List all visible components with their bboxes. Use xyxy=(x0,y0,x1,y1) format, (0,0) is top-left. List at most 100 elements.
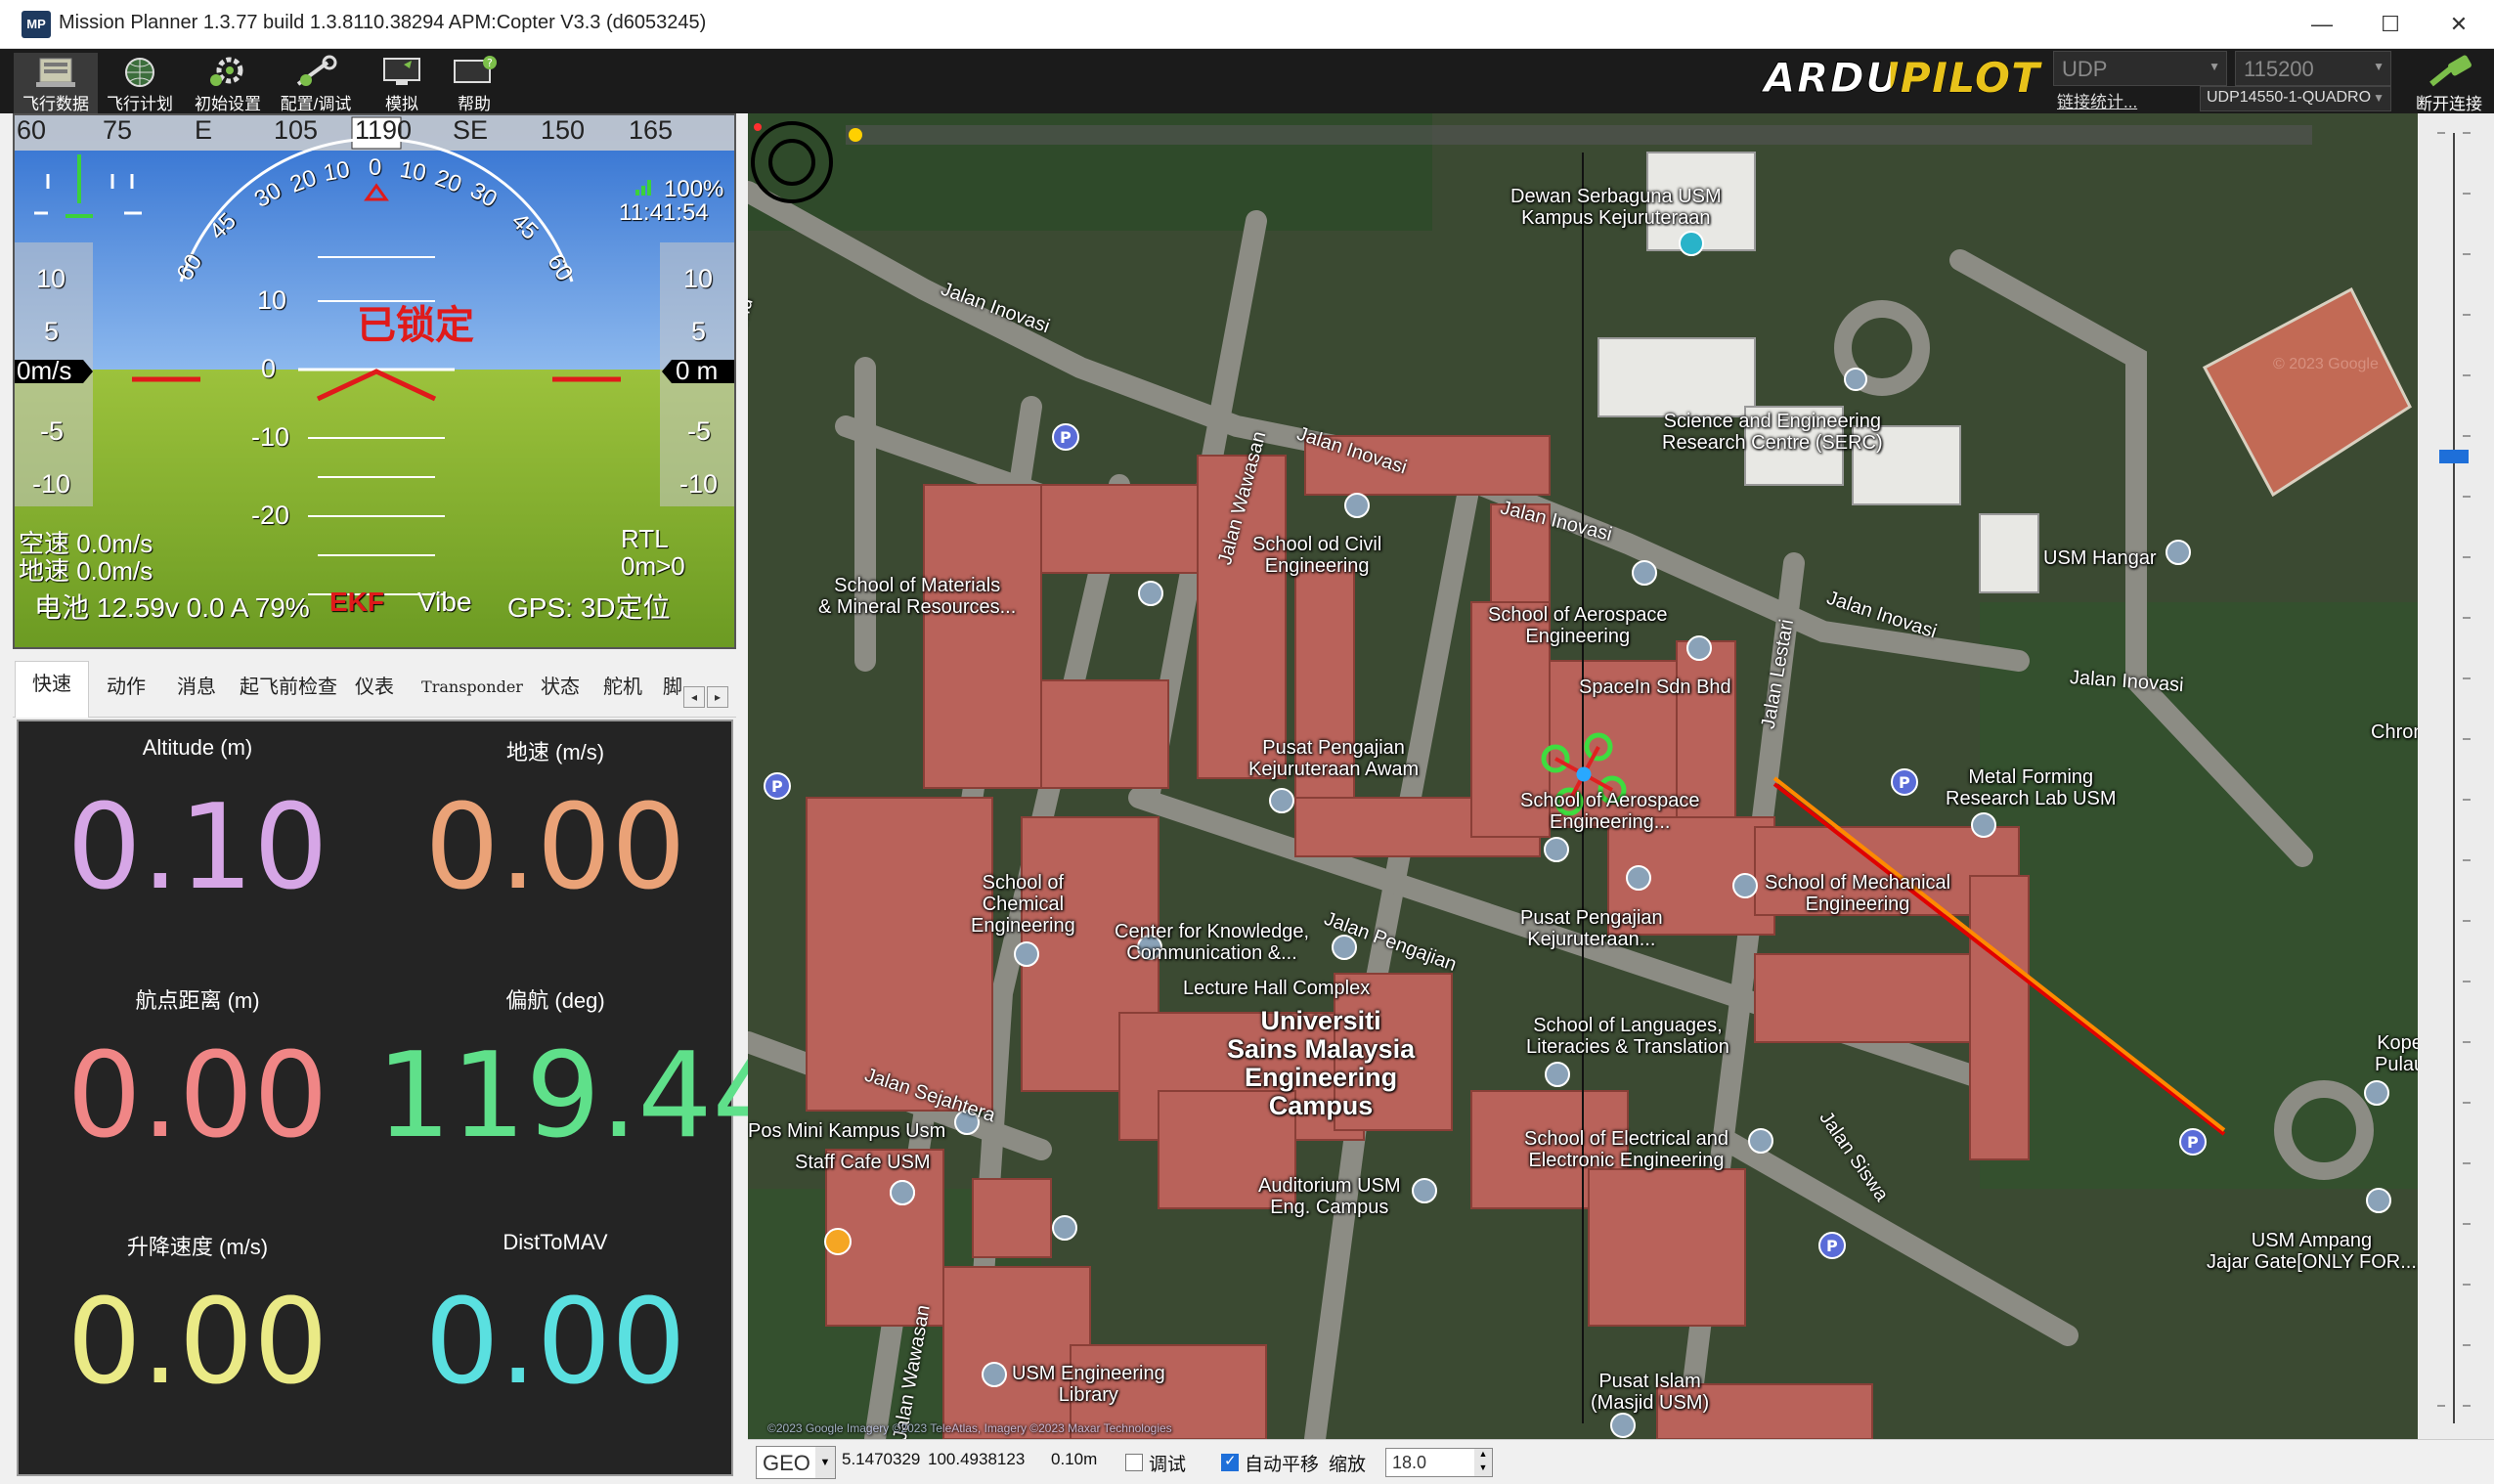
stepper-up-icon[interactable]: ▲ xyxy=(1474,1449,1492,1462)
data-tabs: 快速 动作 消息 起飞前检查 仪表 Transponder 状态 舵机 脚 ◂ … xyxy=(13,651,736,718)
tab-scroll-right-icon[interactable]: ▸ xyxy=(707,686,728,708)
heading-tick: 105 xyxy=(274,115,319,145)
pitch-label: -10 xyxy=(251,422,290,452)
coord-system-value: GEO xyxy=(763,1451,810,1475)
ekf-indicator[interactable]: EKF xyxy=(329,587,384,618)
zoom-label: 缩放 xyxy=(1329,1455,1367,1475)
quick-dist-to-mav[interactable]: DistToMAV 0.00 xyxy=(376,1216,734,1462)
initial-setup-button[interactable]: 初始设置 xyxy=(186,53,270,113)
zoom-slider[interactable] xyxy=(2418,113,2494,1439)
flight-data-label: 飞行数据 xyxy=(22,95,89,113)
roll-label: 0 xyxy=(369,154,382,181)
tab-messages[interactable]: 消息 xyxy=(161,665,232,710)
help-button[interactable]: ? 帮助 xyxy=(432,53,516,113)
map-label: Lecture Hall Complex xyxy=(1183,978,1371,999)
roll-label: 10 xyxy=(321,155,352,188)
title-bar: MP Mission Planner 1.3.77 build 1.3.8110… xyxy=(0,0,2494,49)
config-tuning-label: 配置/调试 xyxy=(280,95,352,113)
quick-wp-distance[interactable]: 航点距离 (m) 0.00 xyxy=(19,970,376,1216)
map-label: School of Chemical Engineering xyxy=(971,872,1075,937)
map-label: School of Materials & Mineral Resources..… xyxy=(818,575,1017,618)
map-view[interactable]: P P P P P Dewan Serbaguna USM Kampus Keju… xyxy=(748,113,2418,1439)
heading-tick: 165 xyxy=(629,115,674,145)
tab-gauges[interactable]: 仪表 xyxy=(345,665,404,710)
chevron-down-icon: ▼ xyxy=(2373,60,2385,73)
mission-planner-window: MP Mission Planner 1.3.77 build 1.3.8110… xyxy=(0,0,2494,1484)
quick-value: 0.00 xyxy=(66,1028,328,1164)
stepper-down-icon[interactable]: ▼ xyxy=(1474,1462,1492,1476)
svg-text:?: ? xyxy=(487,57,493,69)
pitch-label: 10 xyxy=(257,285,287,315)
initial-setup-icon xyxy=(210,57,243,86)
quick-value: 0.00 xyxy=(424,1275,686,1411)
minimize-button[interactable]: — xyxy=(2288,0,2356,49)
quick-altitude[interactable]: Altitude (m) 0.10 xyxy=(19,721,376,968)
flight-plan-icon xyxy=(125,58,154,87)
tab-status[interactable]: 状态 xyxy=(531,665,590,710)
tab-preflight[interactable]: 起飞前检查 xyxy=(232,665,345,710)
zoom-stepper[interactable]: 18.0 ▲ ▼ xyxy=(1385,1448,1493,1477)
map-label: Auditorium USM Eng. Campus xyxy=(1258,1175,1401,1218)
close-button[interactable]: ✕ xyxy=(2425,0,2493,49)
debug-checkbox[interactable] xyxy=(1125,1454,1143,1471)
map-label: Dewan Serbaguna USM Kampus Kejuruteraan xyxy=(1510,186,1722,229)
heading-tick: SE xyxy=(453,115,489,145)
vibe-indicator[interactable]: Vibe xyxy=(417,587,472,618)
vehicle-id-value: UDP14550-1-QUADRO xyxy=(2207,89,2372,106)
map-label: School of Aerospace Engineering... xyxy=(1520,790,1700,833)
longitude-readout: 100.4938123 xyxy=(928,1450,1026,1468)
quick-value: 0.00 xyxy=(424,780,686,916)
map-attribution: ©2023 Google Imagery ©2023 TeleAtlas, Im… xyxy=(767,1421,1172,1435)
map-label: USM Ampang Jajar Gate[ONLY FOR... xyxy=(2207,1230,2417,1273)
hud-clock: 11:41:54 xyxy=(619,199,709,226)
map-watermark: © 2023 Google xyxy=(2273,356,2379,372)
flight-data-button[interactable]: 飞行数据 xyxy=(14,53,98,113)
chevron-down-icon: ▼ xyxy=(2373,91,2385,105)
svg-text:P: P xyxy=(1060,428,1072,447)
connection-type-select[interactable]: UDP ▼ xyxy=(2053,51,2227,86)
maximize-button[interactable]: ☐ xyxy=(2356,0,2425,49)
altitude-readout: 0 m xyxy=(676,356,719,385)
map-label: Metal Forming Research Lab USM xyxy=(1946,766,2117,809)
quick-climb-rate[interactable]: 升降速度 (m/s) 0.00 xyxy=(19,1216,376,1462)
coord-system-select[interactable]: GEO ▼ xyxy=(756,1446,836,1479)
tab-actions[interactable]: 动作 xyxy=(91,665,161,710)
config-tuning-icon xyxy=(296,55,337,86)
baud-rate-value: 115200 xyxy=(2244,57,2314,81)
tab-servo[interactable]: 舵机 xyxy=(591,665,654,710)
flight-plan-button[interactable]: 飞行计划 xyxy=(98,53,182,113)
help-icon: ? xyxy=(454,56,497,83)
tab-scroll-left-icon[interactable]: ◂ xyxy=(683,686,705,708)
heading-tick: 150 xyxy=(541,115,586,145)
speed-tape-label: 10 xyxy=(36,264,66,293)
tab-transponder[interactable]: Transponder xyxy=(404,665,541,710)
baud-rate-select[interactable]: 115200 ▼ xyxy=(2235,51,2391,86)
quick-value: 119.44 xyxy=(376,1028,787,1164)
chevron-down-icon: ▼ xyxy=(2209,60,2220,73)
plug-icon xyxy=(2429,55,2472,87)
disconnect-button[interactable]: 断开连接 xyxy=(2405,53,2493,113)
config-tuning-button[interactable]: 配置/调试 xyxy=(274,53,358,113)
tab-quick[interactable]: 快速 xyxy=(15,661,89,718)
quick-label: Altitude (m) xyxy=(142,735,253,760)
altitude-tape-label: 5 xyxy=(691,317,707,346)
quick-label: DistToMAV xyxy=(503,1230,608,1254)
gps-status: GPS: 3D定位 xyxy=(507,592,671,623)
quick-yaw[interactable]: 偏航 (deg) 119.44 xyxy=(376,970,787,1216)
flight-plan-label: 飞行计划 xyxy=(107,95,173,113)
map-label: School of Aerospace Engineering xyxy=(1488,604,1668,647)
map-label: Science and Engineering Research Centre (… xyxy=(1662,411,1883,454)
autopan-checkbox[interactable]: ✓ xyxy=(1221,1453,1239,1471)
disconnect-label: 断开连接 xyxy=(2416,95,2482,113)
map-label: Pos Mini Kampus Usm xyxy=(748,1120,946,1142)
latitude-readout: 5.1470329 xyxy=(842,1450,921,1468)
link-stats-link[interactable]: 链接统计... xyxy=(2057,88,2137,112)
altitude-tape-label: -10 xyxy=(679,469,719,499)
vehicle-select[interactable]: UDP14550-1-QUADRO ▼ xyxy=(2200,86,2391,111)
quick-groundspeed[interactable]: 地速 (m/s) 0.00 xyxy=(376,721,734,968)
svg-text:P: P xyxy=(1899,773,1910,792)
checkmark-icon: ✓ xyxy=(1224,1453,1237,1469)
heading-readout: 1190 xyxy=(355,115,413,145)
chevron-down-icon: ▼ xyxy=(815,1447,835,1478)
window-title: Mission Planner 1.3.77 build 1.3.8110.38… xyxy=(59,12,707,33)
